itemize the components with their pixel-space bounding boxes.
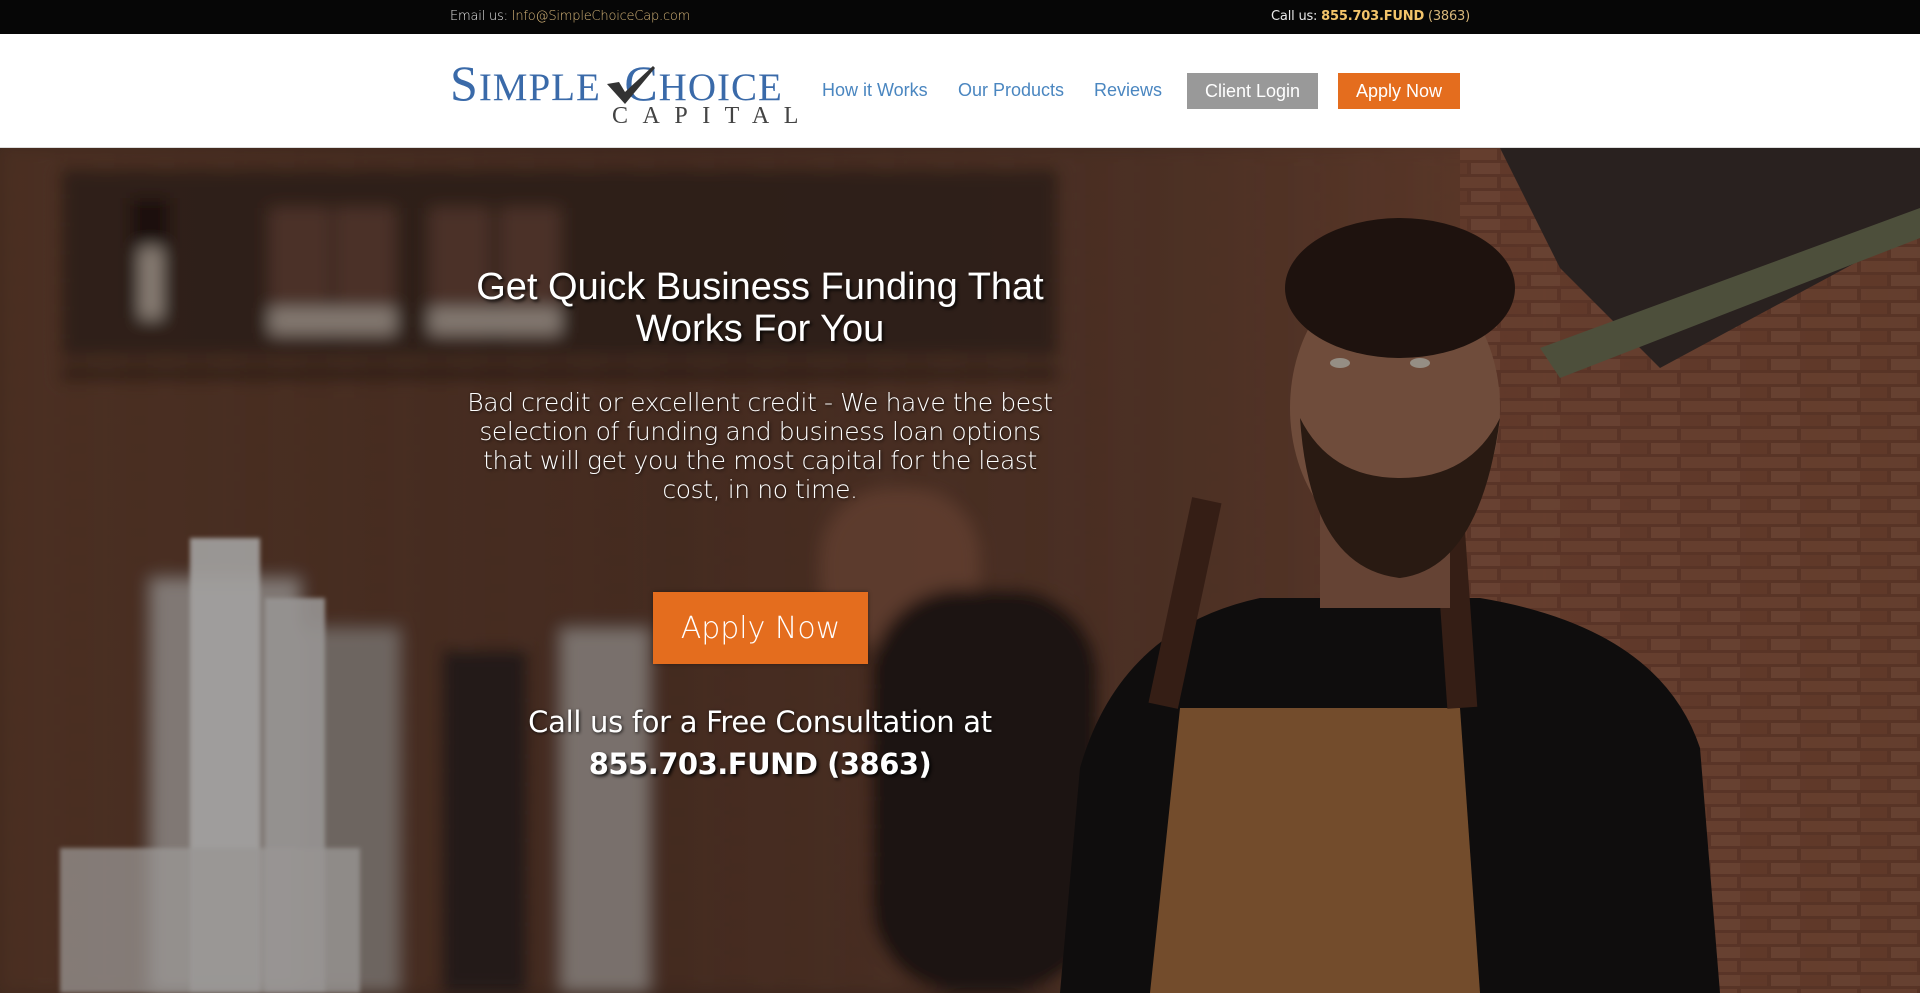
nav-reviews[interactable]: Reviews — [1094, 80, 1162, 101]
phone-link[interactable]: 855.703.FUND — [1321, 9, 1424, 24]
top-contact-bar: Email us: Info@SimpleChoiceCap.com Call … — [0, 0, 1920, 34]
hero-call-text: Call us for a Free Consultation at — [528, 705, 992, 739]
nav-how-it-works[interactable]: How it Works — [822, 80, 928, 101]
client-login-button[interactable]: Client Login — [1187, 73, 1318, 109]
checkmark-icon — [607, 66, 655, 104]
hero-phone-number[interactable]: 855.703.FUND (3863) — [470, 746, 1050, 782]
hero-title: Get Quick Business Funding That Works Fo… — [476, 266, 1044, 350]
phone-ext: (3863) — [1424, 9, 1470, 24]
email-label: Email us: — [450, 9, 512, 24]
hero-section: Get Quick Business Funding That Works Fo… — [0, 148, 1920, 993]
hero-apply-now-button[interactable]: Apply Now — [653, 592, 868, 664]
header-apply-now-button[interactable]: Apply Now — [1338, 73, 1460, 109]
site-header: SIMPLE CHOICE CAPITAL How it Works Our P… — [0, 34, 1920, 148]
logo-capital: CAPITAL — [612, 103, 813, 129]
logo-simple-rest: IMPLE — [478, 66, 601, 109]
logo[interactable]: SIMPLE CHOICE CAPITAL — [450, 55, 798, 128]
email-link[interactable]: Info@SimpleChoiceCap.com — [512, 9, 691, 24]
logo-simple-s: S — [450, 55, 479, 111]
nav-our-products[interactable]: Our Products — [958, 80, 1064, 101]
email-contact: Email us: Info@SimpleChoiceCap.com — [450, 9, 690, 24]
phone-contact: Call us: 855.703.FUND (3863) — [1271, 9, 1470, 24]
hero-subtitle: Bad credit or excellent credit - We have… — [467, 388, 1053, 504]
phone-label: Call us: — [1271, 9, 1322, 24]
